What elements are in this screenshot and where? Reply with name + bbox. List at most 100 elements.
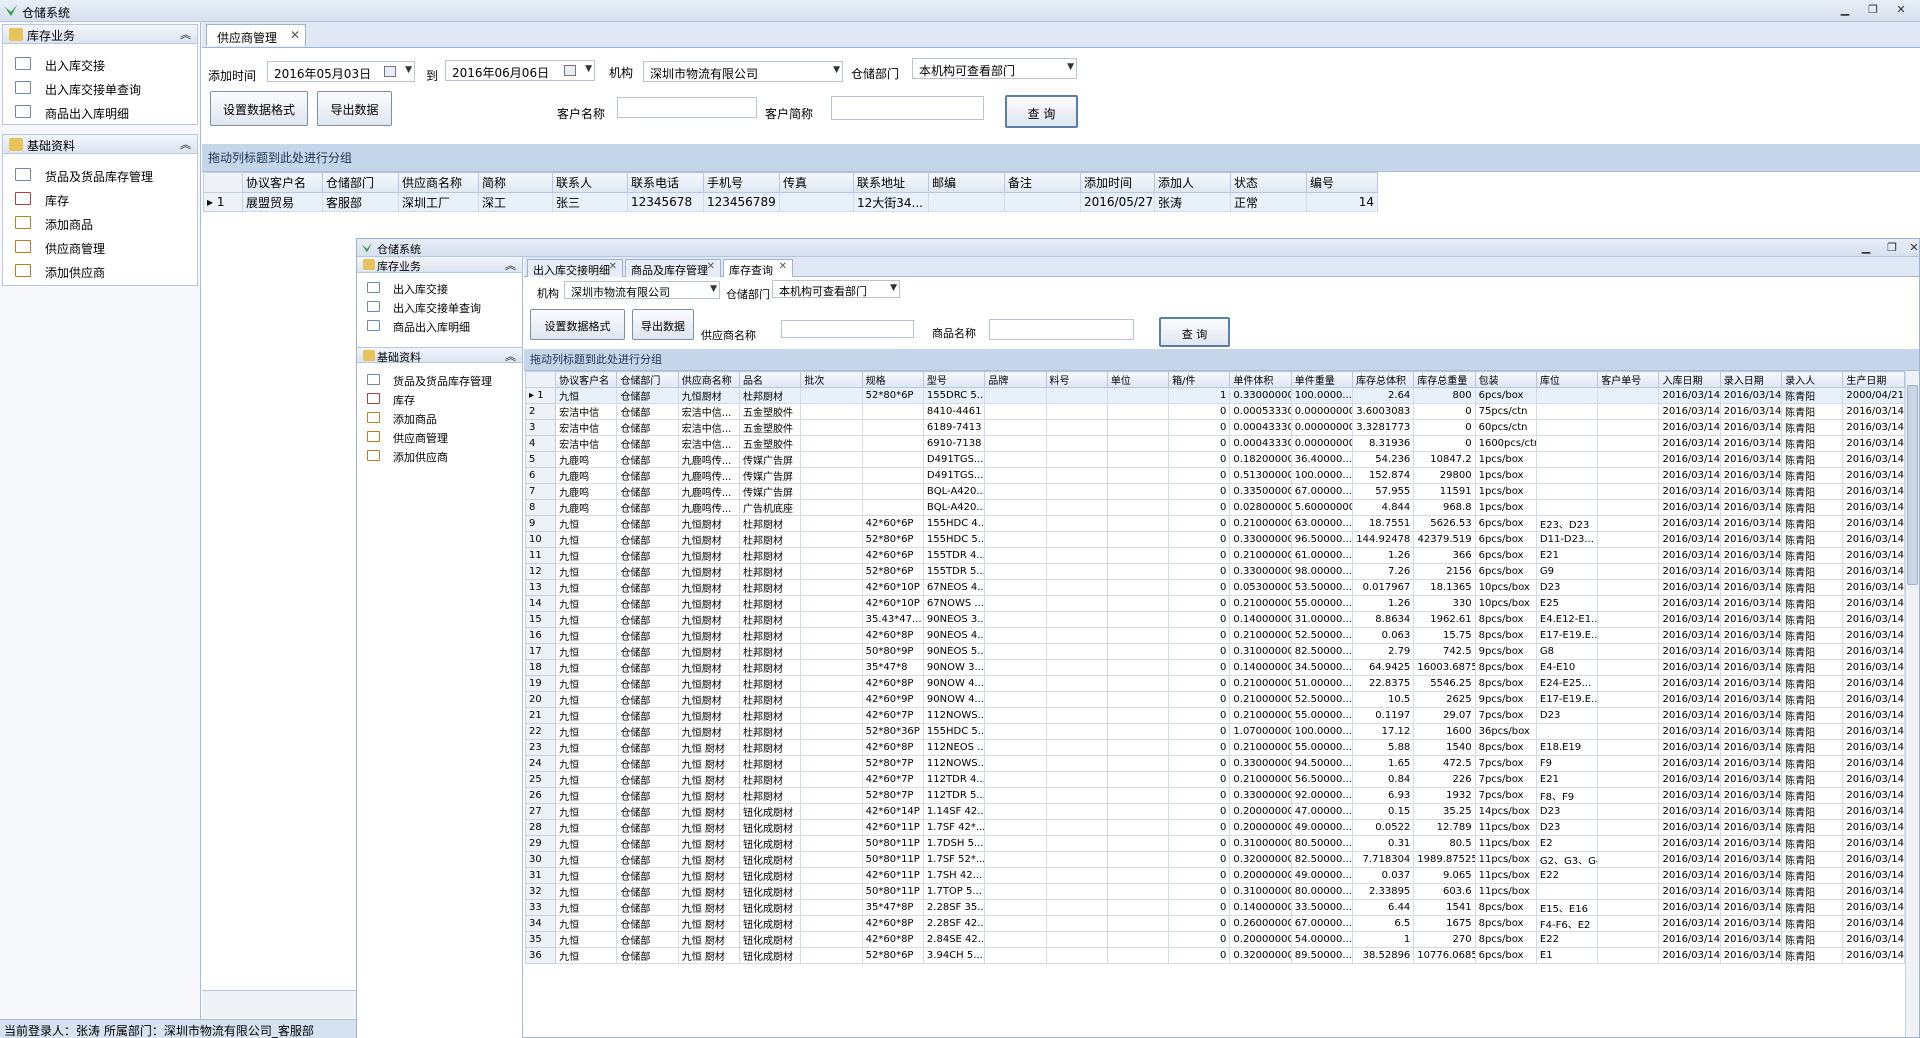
sidebar-item-add-product[interactable]: 添加商品 [15, 213, 195, 233]
table-row[interactable]: 9 九恒 仓储部 九恒厨材 杜邦厨材 42*60*6P 155HDC 4... 0 0.2100… [524, 515, 1905, 532]
restore-icon[interactable]: ❐ [1866, 3, 1880, 17]
column-header[interactable]: 联系电话 [627, 172, 704, 193]
dropdown-arrow-icon[interactable]: ▼ [1067, 62, 1074, 72]
table-row[interactable]: 19 九恒 仓储部 九恒厨材 杜邦厨材 42*60*8P 90NOW 4... 0 0.2100… [524, 675, 1905, 692]
column-header[interactable]: 规格 [861, 371, 924, 388]
export-button[interactable]: 导出数据 [317, 91, 392, 126]
product-name-input[interactable] [989, 319, 1134, 340]
table-row[interactable]: 34 九恒 仓储部 九恒 厨材 钮化成厨材 42*60*8P 2.28SF 42... 0 0.… [524, 915, 1905, 932]
customer-name-input[interactable] [617, 97, 757, 118]
table-row[interactable]: 2 宏洁中信 仓储部 宏洁中信... 五金塑胶件 8410-4461 0 0.00053330… [524, 403, 1905, 420]
column-header[interactable]: 状态 [1230, 172, 1307, 193]
table-row[interactable]: 16 九恒 仓储部 九恒厨材 杜邦厨材 42*60*8P 90NEOS 4... 0 0.210… [524, 627, 1905, 644]
column-header[interactable]: 品牌 [984, 371, 1047, 388]
tab-goods-stock[interactable]: 商品及库存管理 ✕ [625, 259, 721, 277]
column-header[interactable]: 协议客户名 [555, 371, 618, 388]
table-row[interactable]: 18 九恒 仓储部 九恒厨材 杜邦厨材 35*47*8 90NOW 3... 0 0.14000… [524, 659, 1905, 676]
sidebar-item-suppliers[interactable]: 供应商管理 [367, 428, 547, 448]
column-header[interactable]: 联系地址 [853, 172, 929, 193]
column-header[interactable]: 客户单号 [1597, 371, 1660, 388]
collapse-icon[interactable]: ︽ [180, 136, 191, 152]
column-header[interactable]: 品名 [739, 371, 802, 388]
column-header[interactable]: 编号 [1306, 172, 1378, 193]
column-header[interactable]: 单位 [1106, 371, 1170, 388]
column-header[interactable]: 录入人 [1781, 371, 1844, 388]
table-row[interactable]: 29 九恒 仓储部 九恒 厨材 钮化成厨材 50*80*11P 1.7DSH 5... 0 0.… [524, 835, 1905, 852]
sidebar-item-stock[interactable]: 库存 [15, 189, 195, 209]
column-header[interactable]: 库位 [1535, 371, 1599, 388]
sidebar-section-header[interactable]: 库存业务 ︽ [3, 25, 197, 44]
table-row[interactable]: 26 九恒 仓储部 九恒 厨材 杜邦厨材 52*80*7P 112TDR 5... 0 0.33… [524, 787, 1905, 804]
table-row[interactable]: 25 九恒 仓储部 九恒 厨材 杜邦厨材 42*60*7P 112TDR 4... 0 0.21… [524, 771, 1905, 788]
table-row[interactable]: 28 九恒 仓储部 九恒 厨材 钮化成厨材 42*60*11P 1.7SF 42*... 0 0… [524, 819, 1905, 836]
sidebar-section-header[interactable]: 基础资料 ︽ [3, 135, 197, 154]
close-icon[interactable]: ✕ [1894, 3, 1908, 17]
minimize-icon[interactable]: ▁ [1859, 241, 1873, 255]
table-row[interactable]: 20 九恒 仓储部 九恒厨材 杜邦厨材 42*60*9P 90NOW 4... 0 0.2100… [524, 691, 1905, 708]
table-row[interactable]: 33 九恒 仓储部 九恒 厨材 钮化成厨材 35*47*8P 2.28SF 35... 0 0.… [524, 899, 1905, 916]
date-to-picker[interactable]: 2016年06月06日 ▼ [445, 60, 595, 81]
table-row[interactable]: 31 九恒 仓储部 九恒 厨材 钮化成厨材 42*60*11P 1.7SH 42... 0 0.… [524, 867, 1905, 884]
collapse-icon[interactable]: ︽ [180, 26, 191, 42]
table-row[interactable]: ▸ 1 九恒 仓储部 九恒厨材 杜邦厨材 52*80*6P 155DRC 5... 1 0.33… [524, 387, 1905, 404]
sidebar-item-product-detail[interactable]: 商品出入库明细 [367, 317, 547, 337]
column-header[interactable]: 联系人 [552, 172, 628, 193]
org-select[interactable]: 深圳市物流有限公司 ▼ [643, 61, 843, 82]
sidebar-item-add-supplier[interactable]: 添加供应商 [367, 447, 547, 467]
table-row[interactable]: 24 九恒 仓储部 九恒 厨材 杜邦厨材 52*80*7P 112NOWS... 0 0.330… [524, 755, 1905, 772]
table-row[interactable]: 36 九恒 仓储部 九恒 厨材 钮化成厨材 52*80*6P 3.94CH 5... 0 0.3… [524, 947, 1905, 964]
tab-handover-detail[interactable]: 出入库交接明细 ✕ [527, 259, 623, 277]
column-header[interactable]: 入库日期 [1658, 371, 1721, 388]
column-header[interactable]: 传真 [779, 172, 854, 193]
column-header[interactable]: 添加人 [1154, 172, 1231, 193]
table-row[interactable]: 5 九鹿鸣 仓储部 九鹿鸣传... 传媒广告屏 D491TGS... 0 0.18200000… [524, 451, 1905, 468]
tab-supplier-management[interactable]: 供应商管理 ✕ [206, 24, 306, 46]
calendar-icon[interactable] [564, 65, 576, 76]
table-row[interactable]: 13 九恒 仓储部 九恒厨材 杜邦厨材 42*60*10P 67NEOS 4... 0 0.05… [524, 579, 1905, 596]
column-header[interactable]: 包装 [1474, 371, 1537, 388]
dropdown-arrow-icon[interactable]: ▼ [833, 65, 840, 75]
sidebar-item-add-supplier[interactable]: 添加供应商 [15, 261, 195, 281]
column-header[interactable]: 协议客户名 [242, 172, 323, 193]
dropdown-arrow-icon[interactable]: ▼ [890, 283, 897, 293]
sidebar-item-goods[interactable]: 货品及货品库存管理 [367, 371, 547, 391]
sidebar-item-handover-query[interactable]: 出入库交接单查询 [367, 298, 547, 318]
column-header[interactable]: 简称 [478, 172, 553, 193]
scrollbar-thumb[interactable] [1907, 385, 1918, 585]
sidebar-item-handover[interactable]: 出入库交接 [367, 279, 547, 299]
tab-close-icon[interactable]: ✕ [290, 28, 300, 42]
column-header[interactable]: 备注 [1004, 172, 1081, 193]
table-row[interactable]: 32 九恒 仓储部 九恒 厨材 钮化成厨材 50*80*11P 1.7TOP 5... 0 0.… [524, 883, 1905, 900]
sidebar-item-product-detail[interactable]: 商品出入库明细 [15, 102, 195, 122]
dropdown-arrow-icon[interactable]: ▼ [585, 64, 592, 74]
column-header[interactable]: 手机号 [703, 172, 780, 193]
table-row[interactable]: 17 九恒 仓储部 九恒厨材 杜邦厨材 50*80*9P 90NEOS 5... 0 0.310… [524, 643, 1905, 660]
column-header[interactable]: 生产日期 [1842, 371, 1905, 388]
table-row[interactable]: 11 九恒 仓储部 九恒厨材 杜邦厨材 42*60*6P 155TDR 4... 0 0.210… [524, 547, 1905, 564]
close-icon[interactable]: ✕ [1907, 241, 1920, 255]
tab-stock-query[interactable]: 库存查询 ✕ [723, 259, 793, 277]
dept-select[interactable]: 本机构可查看部门 ▼ [912, 58, 1077, 79]
table-row[interactable]: 7 九鹿鸣 仓储部 九鹿鸣传... 传媒广告屏 BQL-A420... 0 0.3350000… [524, 483, 1905, 500]
column-header[interactable]: 仓储部门 [322, 172, 399, 193]
column-header[interactable]: 录入日期 [1719, 371, 1783, 388]
sidebar-item-handover[interactable]: 出入库交接 [15, 54, 195, 74]
column-header[interactable]: 批次 [800, 371, 863, 388]
calendar-icon[interactable] [384, 66, 396, 77]
date-from-picker[interactable]: 2016年05月03日 ▼ [267, 61, 415, 82]
table-row[interactable]: 12 九恒 仓储部 九恒厨材 杜邦厨材 52*80*6P 155TDR 5... 0 0.330… [524, 563, 1905, 580]
table-row[interactable]: 21 九恒 仓储部 九恒厨材 杜邦厨材 42*60*7P 112NOWS... 0 0.2100… [524, 707, 1905, 724]
dropdown-arrow-icon[interactable]: ▼ [710, 284, 717, 294]
column-header[interactable]: 料号 [1045, 371, 1108, 388]
tab-close-icon[interactable]: ✕ [779, 261, 787, 272]
sidebar-section-header[interactable]: 库存业务 ︽ [357, 257, 522, 273]
export-button[interactable]: 导出数据 [632, 309, 694, 340]
column-header[interactable]: 仓储部门 [616, 371, 679, 388]
set-format-button[interactable]: 设置数据格式 [210, 91, 308, 126]
query-button[interactable]: 查 询 [1159, 317, 1230, 347]
table-row[interactable]: 30 九恒 仓储部 九恒 厨材 钮化成厨材 50*80*11P 1.7SF 52*... 0 0… [524, 851, 1905, 868]
supplier-name-input[interactable] [781, 320, 914, 338]
set-format-button[interactable]: 设置数据格式 [530, 309, 625, 340]
sidebar-item-handover-query[interactable]: 出入库交接单查询 [15, 78, 195, 98]
collapse-icon[interactable]: ︽ [505, 348, 516, 364]
